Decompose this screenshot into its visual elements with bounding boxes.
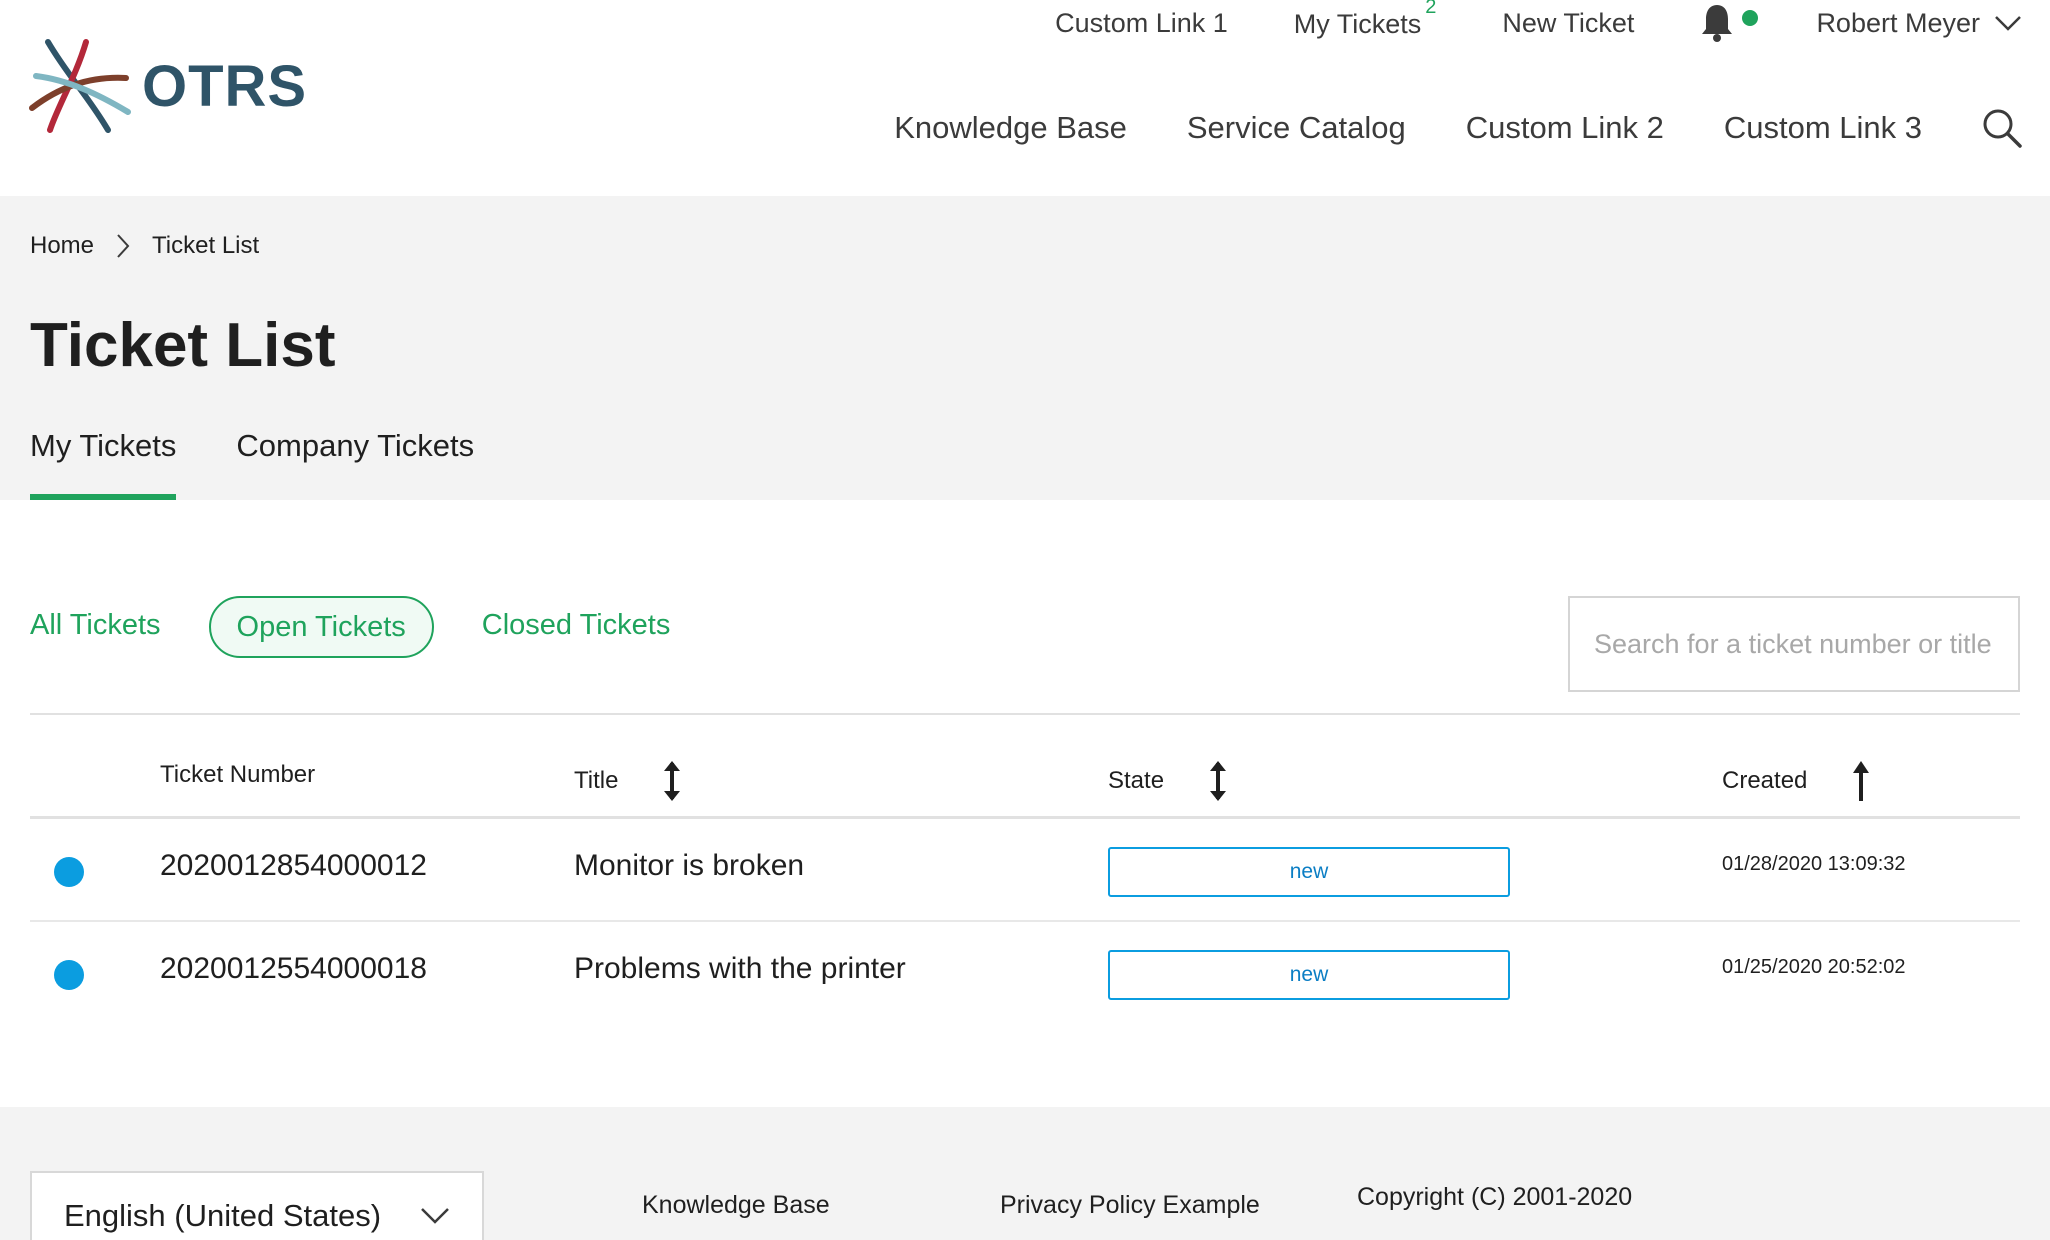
sort-ascending-icon xyxy=(1853,761,1870,801)
filter-closed-tickets[interactable]: Closed Tickets xyxy=(482,596,671,658)
nav-knowledge-base[interactable]: Knowledge Base xyxy=(894,110,1127,146)
table-header: Ticket Number Title State Created xyxy=(30,713,2020,819)
ticket-tabs: My Tickets Company Tickets xyxy=(30,428,534,500)
nav-custom-link-2[interactable]: Custom Link 2 xyxy=(1466,110,1664,146)
nav-new-ticket[interactable]: New Ticket xyxy=(1502,8,1634,39)
footer: English (United States) Knowledge Base P… xyxy=(0,1107,2050,1240)
otrs-logo[interactable]: OTRS xyxy=(28,36,307,136)
ticket-number[interactable]: 2020012854000012 xyxy=(160,849,427,883)
header-state-label: State xyxy=(1108,767,1165,794)
nav-service-catalog[interactable]: Service Catalog xyxy=(1187,110,1406,146)
nav-my-tickets-label: My Tickets xyxy=(1293,9,1422,39)
ticket-filters: All Tickets Open Tickets Closed Tickets xyxy=(30,596,718,658)
page-title: Ticket List xyxy=(30,311,336,380)
tab-my-tickets[interactable]: My Tickets xyxy=(30,428,177,500)
header-created[interactable]: Created xyxy=(1722,759,1871,803)
header-title[interactable]: Title xyxy=(574,759,682,803)
ticket-title[interactable]: Monitor is broken xyxy=(574,849,804,883)
tab-company-tickets[interactable]: Company Tickets xyxy=(236,428,474,500)
logo-text: OTRS xyxy=(142,53,308,119)
header: OTRS Custom Link 1 My Tickets2 New Ticke… xyxy=(0,0,2050,196)
chevron-right-icon xyxy=(117,234,130,258)
filter-all-tickets[interactable]: All Tickets xyxy=(30,596,161,658)
page-hero: Home Ticket List Ticket List My Tickets … xyxy=(0,196,2050,500)
ticket-created: 01/28/2020 13:09:32 xyxy=(1722,853,1906,875)
search-icon[interactable] xyxy=(1982,108,2022,148)
language-select[interactable]: English (United States) xyxy=(30,1171,484,1240)
ticket-table: Ticket Number Title State Created 202001… xyxy=(30,713,2020,1025)
top-nav: Custom Link 1 My Tickets2 New Ticket Rob… xyxy=(989,0,2022,46)
nav-my-tickets[interactable]: My Tickets2 xyxy=(1293,0,1437,40)
header-ticket-number-label: Ticket Number xyxy=(160,761,316,788)
main-nav: Knowledge Base Service Catalog Custom Li… xyxy=(834,104,2022,152)
user-menu[interactable]: Robert Meyer xyxy=(1816,8,2022,39)
footer-link-privacy-policy[interactable]: Privacy Policy Example xyxy=(1000,1191,1260,1220)
otrs-logo-icon xyxy=(29,39,131,133)
chevron-down-icon xyxy=(421,1208,449,1224)
notification-dot xyxy=(1742,10,1759,26)
ticket-title[interactable]: Problems with the printer xyxy=(574,952,906,986)
nav-custom-link-1[interactable]: Custom Link 1 xyxy=(1055,8,1228,39)
table-row[interactable]: 2020012554000018 Problems with the print… xyxy=(30,922,2020,1025)
breadcrumb: Home Ticket List xyxy=(30,232,259,260)
header-created-label: Created xyxy=(1722,767,1808,794)
ticket-search-input[interactable] xyxy=(1568,596,2020,692)
unread-indicator-dot xyxy=(54,857,84,887)
state-badge: new xyxy=(1108,847,1510,897)
breadcrumb-home[interactable]: Home xyxy=(30,232,94,260)
breadcrumb-current: Ticket List xyxy=(152,232,260,259)
table-row[interactable]: 2020012854000012 Monitor is broken new 0… xyxy=(30,819,2020,922)
nav-custom-link-3[interactable]: Custom Link 3 xyxy=(1724,110,1922,146)
notifications-button[interactable] xyxy=(1700,3,1759,43)
sort-both-icon xyxy=(664,761,681,801)
state-badge: new xyxy=(1108,950,1510,1000)
ticket-number[interactable]: 2020012554000018 xyxy=(160,952,427,986)
my-tickets-count-badge: 2 xyxy=(1425,0,1437,18)
footer-link-knowledge-base[interactable]: Knowledge Base xyxy=(642,1191,830,1220)
ticket-created: 01/25/2020 20:52:02 xyxy=(1722,956,1906,978)
bell-icon xyxy=(1702,5,1733,42)
chevron-down-icon xyxy=(1995,16,2021,31)
unread-indicator-dot xyxy=(54,960,84,990)
copyright-text: Copyright (C) 2001-2020 xyxy=(1357,1183,1633,1211)
language-select-value: English (United States) xyxy=(64,1198,382,1233)
header-ticket-number[interactable]: Ticket Number xyxy=(160,761,315,789)
header-state[interactable]: State xyxy=(1108,759,1228,803)
filter-open-tickets[interactable]: Open Tickets xyxy=(208,596,434,658)
sort-both-icon xyxy=(1210,761,1227,801)
header-title-label: Title xyxy=(574,767,619,794)
user-name: Robert Meyer xyxy=(1816,7,1980,38)
